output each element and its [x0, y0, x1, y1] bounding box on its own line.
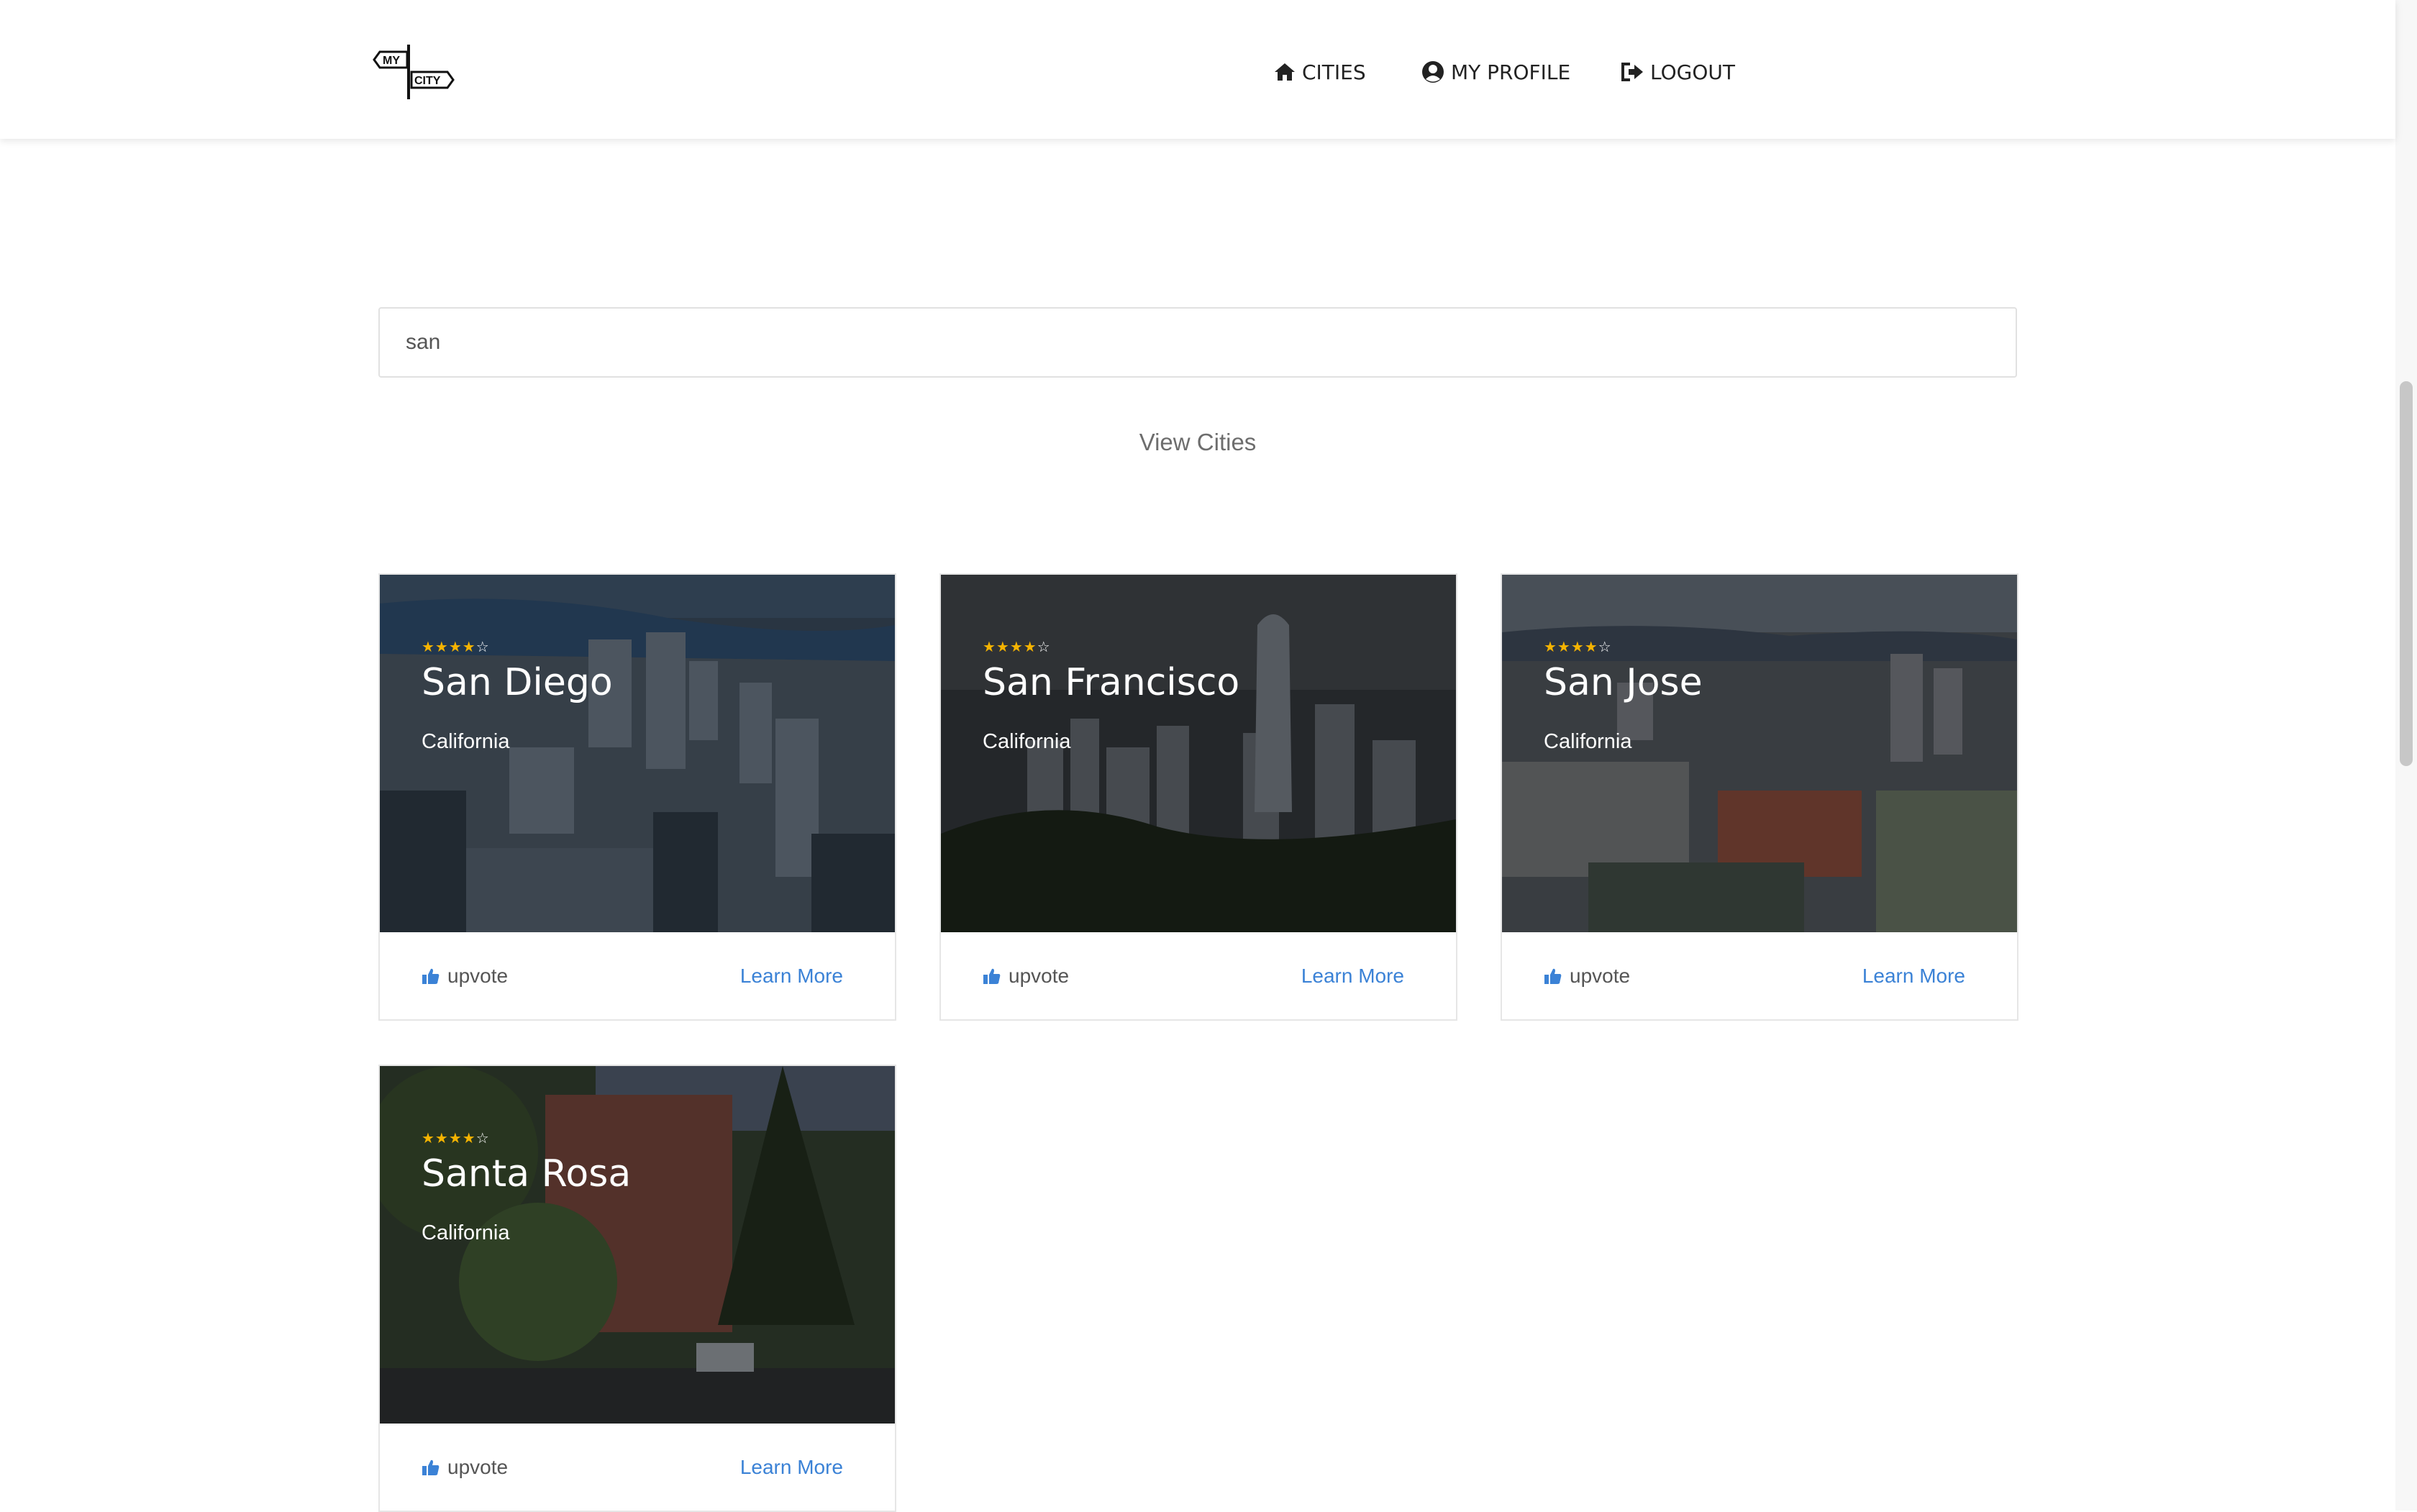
rating-stars: ★★★★☆ [1544, 639, 1612, 655]
nav-my-profile[interactable]: MY PROFILE [1421, 56, 1570, 88]
city-state: California [983, 730, 1071, 753]
svg-text:CITY: CITY [414, 75, 441, 87]
thumbs-up-icon [1544, 968, 1562, 984]
card-footer: upvote Learn More [380, 932, 895, 1021]
section-title: View Cities [1139, 429, 1257, 455]
upvote-button[interactable]: upvote [422, 965, 508, 988]
city-state: California [1544, 730, 1632, 753]
upvote-label: upvote [1009, 965, 1070, 987]
learn-more-link[interactable]: Learn More [1862, 965, 1965, 988]
nav-logout-label: LOGOUT [1650, 60, 1735, 84]
city-search-input[interactable] [378, 307, 2017, 378]
card-footer: upvote Learn More [380, 1424, 895, 1512]
nav-cities-label: CITIES [1302, 60, 1366, 84]
city-card-image[interactable]: ★★★★☆ San Jose California [1502, 575, 2017, 932]
city-state: California [422, 730, 510, 753]
user-circle-icon [1422, 61, 1444, 83]
my-city-logo[interactable]: MY CITY [373, 43, 459, 101]
upvote-button[interactable]: upvote [422, 1456, 508, 1479]
card-footer: upvote Learn More [1502, 932, 2017, 1021]
city-card: ★★★★☆ San Jose California upvote Learn M… [1501, 573, 2018, 1021]
thumbs-up-icon [422, 968, 440, 984]
sign-out-icon [1621, 63, 1643, 81]
thumbs-up-icon [983, 968, 1001, 984]
city-card-image[interactable]: ★★★★☆ San Francisco California [941, 575, 1456, 932]
rating-stars: ★★★★☆ [422, 639, 490, 655]
upvote-label: upvote [447, 965, 509, 987]
upvote-button[interactable]: upvote [1544, 965, 1630, 988]
rating-stars: ★★★★☆ [422, 1131, 490, 1147]
city-card-image[interactable]: ★★★★☆ San Diego California [380, 575, 895, 932]
city-state: California [422, 1221, 510, 1244]
rating-stars: ★★★★☆ [983, 639, 1051, 655]
upvote-label: upvote [1570, 965, 1631, 987]
upvote-label: upvote [447, 1456, 509, 1478]
nav-cities[interactable]: CITIES [1273, 56, 1366, 88]
city-name: Santa Rosa [422, 1152, 632, 1196]
city-card: ★★★★☆ San Francisco California upvote Le… [939, 573, 1457, 1021]
svg-text:MY: MY [383, 55, 400, 67]
thumbs-up-icon [422, 1459, 440, 1475]
learn-more-link[interactable]: Learn More [1301, 965, 1404, 988]
upvote-button[interactable]: upvote [983, 965, 1069, 988]
city-name: San Diego [422, 661, 613, 704]
scrollbar-thumb[interactable] [2400, 381, 2413, 766]
city-card: ★★★★☆ San Diego California upvote Learn … [378, 573, 896, 1021]
top-navbar: MY CITY CITIES MY PROFILE LOGOUT [0, 0, 2395, 139]
nav-my-profile-label: MY PROFILE [1451, 60, 1571, 84]
card-footer: upvote Learn More [941, 932, 1456, 1021]
city-card: ★★★★☆ Santa Rosa California upvote Learn… [378, 1065, 896, 1512]
learn-more-link[interactable]: Learn More [740, 965, 843, 988]
city-name: San Francisco [983, 661, 1240, 704]
city-name: San Jose [1544, 661, 1703, 704]
nav-logout[interactable]: LOGOUT [1620, 56, 1735, 88]
learn-more-link[interactable]: Learn More [740, 1456, 843, 1479]
city-card-image[interactable]: ★★★★☆ Santa Rosa California [380, 1066, 895, 1424]
home-icon [1275, 63, 1295, 81]
